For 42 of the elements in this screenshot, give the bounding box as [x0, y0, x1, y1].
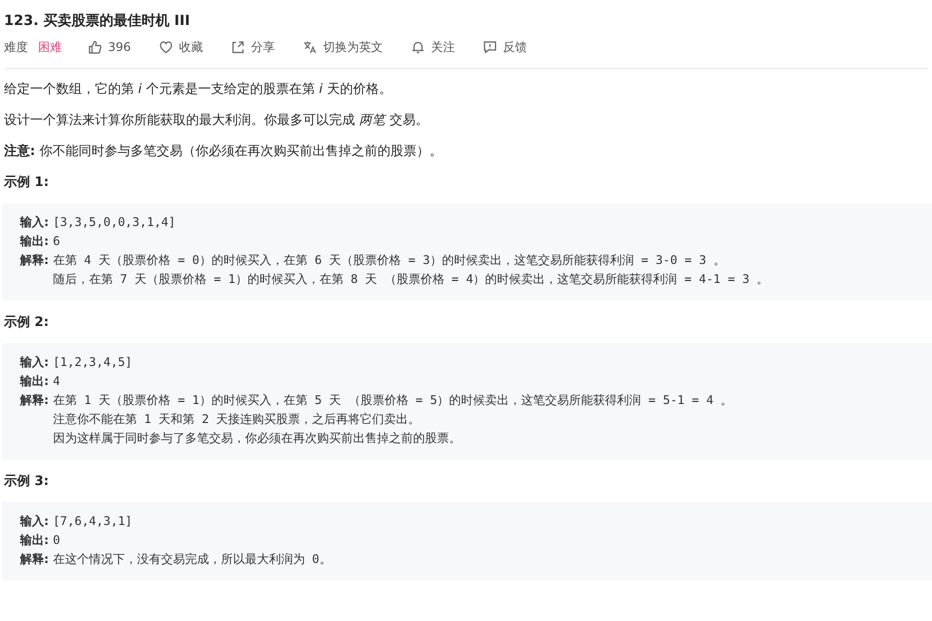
- output-text: 0: [52, 532, 60, 549]
- difficulty-label: 难度: [4, 38, 28, 56]
- difficulty-value: 困难: [38, 38, 62, 56]
- feedback-button[interactable]: 反馈: [482, 38, 527, 56]
- input-label: 输入:: [20, 513, 49, 530]
- explanation-label: 解释:: [20, 551, 49, 568]
- description-paragraph: 给定一个数组，它的第 i 个元素是一支给定的股票在第 i 天的价格。: [4, 81, 393, 99]
- explanation-text: 因为这样属于同时参与了多笔交易，你必须在再次购买前出售掉之前的股票。: [52, 430, 462, 447]
- follow-button[interactable]: 关注: [410, 38, 455, 56]
- bell-icon: [410, 40, 425, 54]
- output-label: 输出:: [20, 373, 49, 390]
- explanation-label: 解释:: [20, 252, 49, 269]
- explanation-label: 解释:: [20, 392, 49, 409]
- share-icon: [230, 40, 245, 54]
- description-paragraph: 注意: 你不能同时参与多笔交易（你必须在再次购买前出售掉之前的股票）。: [4, 143, 444, 161]
- input-text: [3,3,5,0,0,3,1,4]: [52, 214, 176, 231]
- input-text: [7,6,4,3,1]: [52, 513, 132, 530]
- example-heading: 示例 1:: [4, 174, 50, 192]
- translate-icon: [302, 40, 317, 54]
- output-text: 4: [52, 373, 60, 390]
- explanation-text: 在第 4 天（股票价格 = 0）的时候买入，在第 6 天（股票价格 = 3）的时候卖出，这笔交易所能获得利润 = 3-0 = 3 。: [52, 252, 726, 269]
- translate-button[interactable]: 切换为英文: [302, 38, 383, 56]
- explanation-text: 随后，在第 7 天（股票价格 = 1）的时候买入，在第 8 天 （股票价格 = 4）的时候卖出，这笔交易所能获得利润 = 4-1 = 3 。: [52, 271, 769, 288]
- output-label: 输出:: [20, 233, 49, 250]
- input-label: 输入:: [20, 354, 49, 371]
- input-label: 输入:: [20, 214, 49, 231]
- explanation-text: 在第 1 天（股票价格 = 1）的时候买入，在第 5 天 （股票价格 = 5）的时候卖出，这笔交易所能获得利润 = 5-1 = 4 。: [52, 392, 733, 409]
- thumbs-up-icon: [88, 40, 102, 54]
- feedback-icon: [482, 40, 497, 54]
- heart-icon: [158, 40, 173, 54]
- description-paragraph: 设计一个算法来计算你所能获取的最大利润。你最多可以完成 两笔 交易。: [4, 112, 430, 130]
- output-text: 6: [52, 233, 60, 250]
- output-label: 输出:: [20, 532, 49, 549]
- problem-title: 123. 买卖股票的最佳时机 III: [4, 12, 191, 31]
- input-text: [1,2,3,4,5]: [52, 354, 132, 371]
- share-button[interactable]: 分享: [230, 38, 275, 56]
- example-heading: 示例 2:: [4, 314, 50, 332]
- favorite-button[interactable]: 收藏: [158, 38, 203, 56]
- explanation-text: 在这个情况下，没有交易完成，所以最大利润为 0。: [52, 551, 332, 568]
- example-heading: 示例 3:: [4, 473, 50, 491]
- like-button[interactable]: 396: [88, 40, 131, 54]
- explanation-text: 注意你不能在第 1 天和第 2 天接连购买股票，之后再将它们卖出。: [52, 411, 422, 428]
